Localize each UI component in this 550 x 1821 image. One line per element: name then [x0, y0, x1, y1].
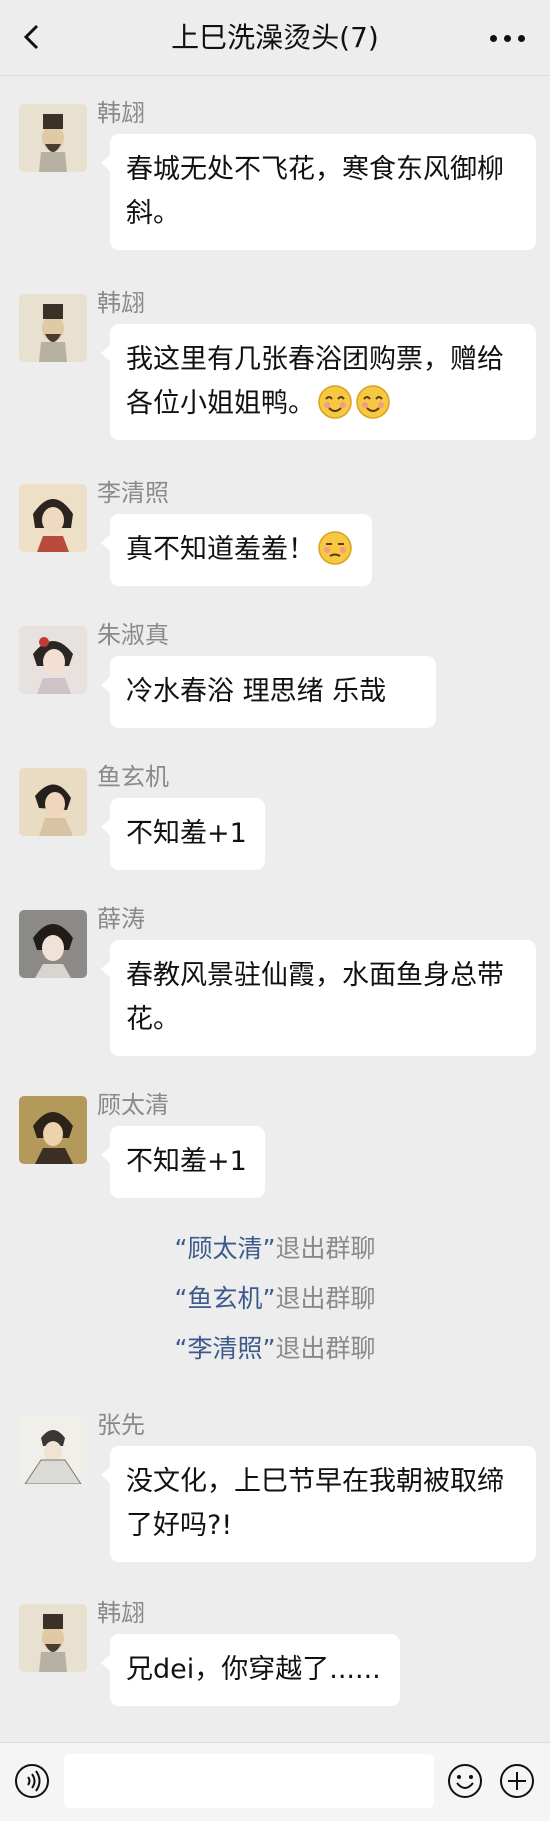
voice-button[interactable]	[14, 1763, 50, 1799]
plus-button[interactable]	[499, 1763, 535, 1799]
sender-name: 顾太清	[97, 1091, 169, 1119]
message-text: 春教风景驻仙霞，水面鱼身总带花。	[126, 960, 504, 1035]
message-text: 春城无处不飞花，寒食东风御柳斜。	[126, 154, 504, 229]
message-text: 不知羞+1	[126, 1146, 247, 1177]
notice-close-quote: ”	[262, 1284, 276, 1313]
notice-open-quote: “	[174, 1334, 188, 1363]
message-text: 没文化，上巳节早在我朝被取缔了好吗?!	[126, 1466, 504, 1541]
back-button[interactable]	[18, 22, 48, 52]
system-notice: “鱼玄机”退出群聊	[0, 1282, 550, 1316]
more-button[interactable]	[486, 25, 530, 51]
notice-open-quote: “	[174, 1284, 188, 1313]
emoji-icon	[448, 1764, 482, 1798]
plus-icon	[500, 1764, 534, 1798]
system-notice: “顾太清”退出群聊	[0, 1232, 550, 1266]
sender-name: 张先	[97, 1411, 145, 1439]
notice-open-quote: “	[174, 1234, 188, 1263]
message-text: 真不知道羞羞！	[126, 534, 315, 565]
input-bar	[0, 1742, 550, 1821]
li-qingzhao-avatar[interactable]	[19, 484, 87, 552]
sender-name: 韩翃	[97, 1599, 145, 1627]
emoji-button[interactable]	[447, 1763, 483, 1799]
han-hong-avatar[interactable]	[19, 294, 87, 362]
chat-area[interactable]: 韩翃 春城无处不飞花，寒食东风御柳斜。 韩翃 我这里有几张春浴团购票，赠给各位小…	[0, 76, 550, 1740]
message-bubble[interactable]: 不知羞+1	[101, 1126, 265, 1198]
message-bubble[interactable]: 真不知道羞羞！	[101, 514, 372, 586]
sender-name: 李清照	[97, 479, 169, 507]
notice-text: 退出群聊	[275, 1234, 376, 1263]
xue-tao-avatar[interactable]	[19, 910, 87, 978]
unamused-face-emoji	[318, 531, 352, 565]
zhang-xian-avatar[interactable]	[19, 1416, 87, 1484]
system-notice: “李清照”退出群聊	[0, 1332, 550, 1366]
chevron-left-icon	[23, 24, 39, 50]
sender-name: 鱼玄机	[97, 763, 169, 791]
notice-text: 退出群聊	[275, 1284, 376, 1313]
notice-text: 退出群聊	[275, 1334, 376, 1363]
han-hong-avatar[interactable]	[19, 1604, 87, 1672]
more-dots-icon	[490, 35, 497, 42]
sender-name: 韩翃	[97, 99, 145, 127]
han-hong-avatar[interactable]	[19, 104, 87, 172]
gu-taiqing-avatar[interactable]	[19, 1096, 87, 1164]
message-bubble[interactable]: 不知羞+1	[101, 798, 265, 870]
message-bubble[interactable]: 我这里有几张春浴团购票，赠给各位小姐姐鸭。	[101, 324, 536, 440]
chat-header: 上巳洗澡烫头(7)	[0, 0, 550, 76]
message-text: 不知羞+1	[126, 818, 247, 849]
chat-title: 上巳洗澡烫头(7)	[171, 21, 379, 54]
message-bubble[interactable]: 兄dei，你穿越了......	[101, 1634, 400, 1706]
message-text: 冷水春浴 理思绪 乐哉	[126, 676, 387, 707]
sender-name: 薛涛	[97, 905, 145, 933]
message-text: 兄dei，你穿越了......	[126, 1654, 381, 1685]
notice-close-quote: ”	[262, 1234, 276, 1263]
notice-member-name[interactable]: 鱼玄机	[187, 1284, 262, 1313]
sender-name: 朱淑真	[97, 621, 169, 649]
blushing-smile-emoji	[318, 385, 352, 419]
message-bubble[interactable]: 春城无处不飞花，寒食东风御柳斜。	[101, 134, 536, 250]
message-bubble[interactable]: 冷水春浴 理思绪 乐哉	[101, 656, 436, 728]
voice-icon	[15, 1764, 49, 1798]
message-bubble[interactable]: 没文化，上巳节早在我朝被取缔了好吗?!	[101, 1446, 536, 1562]
notice-member-name[interactable]: 李清照	[187, 1334, 262, 1363]
zhu-shuzhen-avatar[interactable]	[19, 626, 87, 694]
message-input[interactable]	[64, 1754, 434, 1808]
message-text: 我这里有几张春浴团购票，赠给各位小姐姐鸭。	[126, 344, 504, 419]
sender-name: 韩翃	[97, 289, 145, 317]
message-bubble[interactable]: 春教风景驻仙霞，水面鱼身总带花。	[101, 940, 536, 1056]
notice-close-quote: ”	[262, 1334, 276, 1363]
yu-xuanji-avatar[interactable]	[19, 768, 87, 836]
blushing-smile-emoji	[356, 385, 390, 419]
notice-member-name[interactable]: 顾太清	[187, 1234, 262, 1263]
